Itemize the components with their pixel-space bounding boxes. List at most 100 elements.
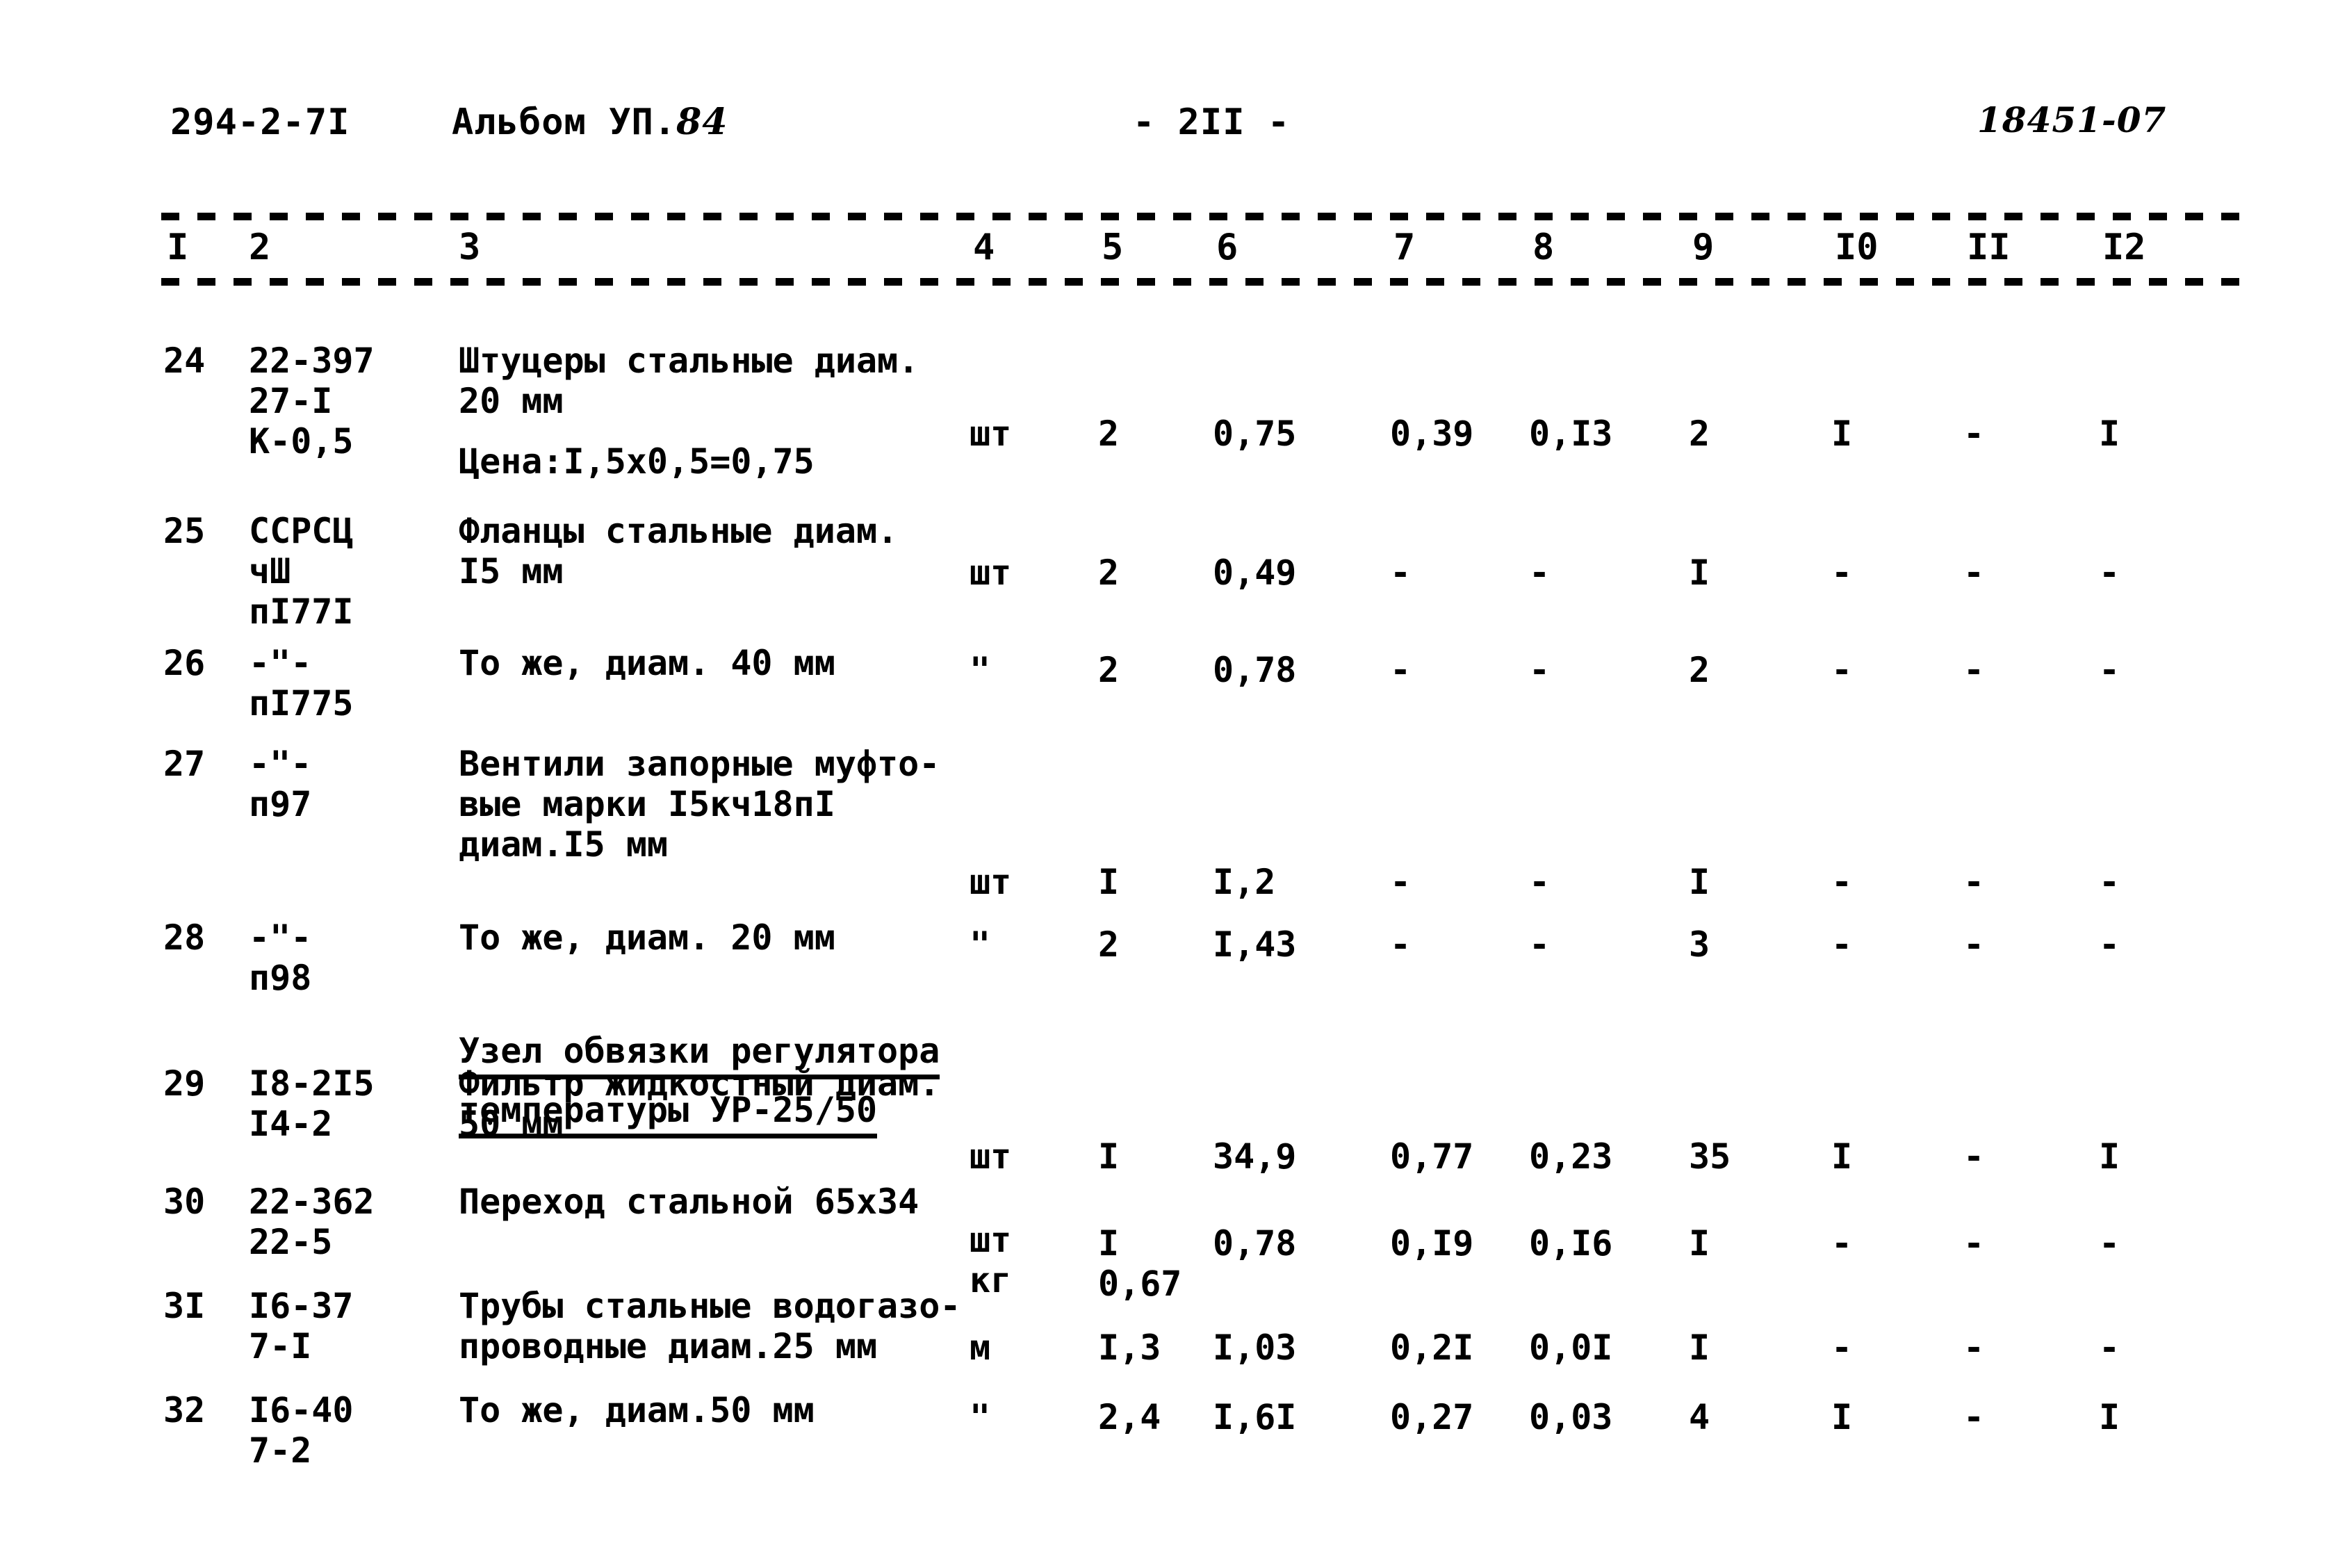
row-item-name: То же, диам. 40 мм (459, 643, 835, 683)
row-value-v12: I (2099, 1136, 2120, 1177)
column-number-3: 3 (459, 227, 481, 268)
row-value-v9: 35 (1689, 1136, 1731, 1177)
row-value-v11: - (1963, 1397, 1985, 1437)
row-item-name: То же, диам.50 мм (459, 1390, 815, 1430)
row-value-v10: - (1831, 1223, 1853, 1264)
row-catalog-code: -"- п98 (249, 917, 312, 998)
column-number-6: 6 (1216, 227, 1238, 268)
column-number-11: II (1967, 227, 2011, 268)
row-value-v8: - (1529, 650, 1551, 690)
row-value-v8: - (1529, 553, 1551, 593)
row-value-v8: 0,0I (1529, 1328, 1613, 1368)
row-value-v12: I (2099, 1397, 2120, 1437)
column-number-9: 9 (1692, 227, 1715, 268)
row-value-v5: I (1098, 862, 1120, 902)
row-catalog-code: 22-362 22-5 (249, 1182, 375, 1262)
row-value-v10: - (1831, 1328, 1853, 1368)
row-value-v11: - (1963, 1136, 1985, 1177)
row-value-v9: I (1689, 553, 1710, 593)
row-value-v9: 2 (1689, 650, 1710, 690)
album-number: 84 (676, 101, 728, 143)
row-value-v5: I 0,67 (1098, 1223, 1182, 1304)
row-value-v5: 2 (1098, 553, 1120, 593)
row-unit: шт кг (970, 1220, 1012, 1300)
row-value-v8: 0,03 (1529, 1397, 1613, 1437)
row-value-v9: 3 (1689, 924, 1710, 965)
table-body: 24 22-397 27-I К-0,5 Штуцеры стальные диам… (0, 299, 2347, 1550)
document-page: 294-2-7I Альбом УП.84 - 2II - 18451-07 I… (0, 0, 2347, 1568)
section-heading: Узел обвязки регулятора температуры УР-25… (459, 1029, 940, 1138)
row-unit: " (970, 1397, 991, 1437)
album-text: Альбом УП. (452, 101, 677, 143)
row-value-v5: 2 (1098, 650, 1120, 690)
row-catalog-code: -"- пI775 (249, 643, 354, 724)
column-number-12: I2 (2102, 227, 2146, 268)
row-item-name: Трубы стальные водогазо- проводные диам.… (459, 1286, 961, 1366)
section-heading-line-1-text: Узел обвязки регулятора (459, 1029, 940, 1079)
row-unit: " (970, 650, 991, 690)
table-rule-top (161, 213, 2246, 220)
row-value-v10: I (1831, 1136, 1853, 1177)
row-value-v11: - (1963, 924, 1985, 965)
column-number-1: I (167, 227, 189, 268)
row-catalog-code: ССРСЦ чШ пI77I (249, 511, 354, 632)
row-unit: шт (970, 862, 1012, 902)
column-number-5: 5 (1102, 227, 1124, 268)
album-label: Альбом УП.84 (452, 101, 728, 143)
row-position-number: 26 (163, 643, 206, 683)
row-value-v7: - (1390, 924, 1412, 965)
row-value-v12: - (2099, 553, 2120, 593)
column-number-10: I0 (1835, 227, 1879, 268)
row-position-number: 29 (163, 1063, 206, 1104)
row-item-name: Переход стальной 65х34 (459, 1182, 919, 1222)
row-value-v6: 34,9 (1213, 1136, 1297, 1177)
row-value-v8: - (1529, 924, 1551, 965)
row-value-v7: - (1390, 650, 1412, 690)
row-value-v8: 0,I6 (1529, 1223, 1613, 1264)
section-heading-line-2: температуры УР-25/50 (459, 1088, 940, 1138)
column-number-8: 8 (1532, 227, 1555, 268)
row-position-number: 25 (163, 511, 206, 551)
column-number-7: 7 (1393, 227, 1416, 268)
row-value-v6: I,6I (1213, 1397, 1297, 1437)
row-position-number: 27 (163, 744, 206, 784)
row-value-v9: I (1689, 862, 1710, 902)
row-value-v9: I (1689, 1223, 1710, 1264)
row-value-v12: - (2099, 924, 2120, 965)
row-position-number: 32 (163, 1390, 206, 1430)
row-catalog-code: -"- п97 (249, 744, 312, 824)
row-catalog-code: I6-37 7-I (249, 1286, 354, 1366)
row-value-v12: - (2099, 650, 2120, 690)
row-unit: шт (970, 553, 1012, 593)
archive-stamp: 18451-07 (1977, 99, 2167, 140)
row-value-v8: 0,23 (1529, 1136, 1613, 1177)
section-heading-line-2-text: температуры УР-25/50 (459, 1088, 878, 1138)
row-value-v10: - (1831, 862, 1853, 902)
row-value-v12: - (2099, 1223, 2120, 1264)
row-unit: м (970, 1328, 991, 1368)
row-value-v12: - (2099, 1328, 2120, 1368)
row-value-v8: - (1529, 862, 1551, 902)
table-rule-bottom (161, 278, 2246, 286)
row-value-v11: - (1963, 1223, 1985, 1264)
row-value-v6: I,43 (1213, 924, 1297, 965)
row-value-v5: 2 (1098, 924, 1120, 965)
column-header-row: I 2 3 4 5 6 7 8 9 I0 II I2 (0, 229, 2347, 274)
row-position-number: 28 (163, 917, 206, 958)
row-value-v7: - (1390, 553, 1412, 593)
row-unit: " (970, 924, 991, 965)
row-value-v10: - (1831, 553, 1853, 593)
row-value-v11: - (1963, 1328, 1985, 1368)
row-value-v6: I,03 (1213, 1328, 1297, 1368)
row-position-number: 3I (163, 1286, 206, 1326)
row-value-v7: 0,2I (1390, 1328, 1474, 1368)
row-value-v5: 2,4 (1098, 1397, 1161, 1437)
section-heading-line-1: Узел обвязки регулятора (459, 1029, 940, 1079)
row-value-v10: I (1831, 1397, 1853, 1437)
row-value-v9: 4 (1689, 1397, 1710, 1437)
row-value-v10: - (1831, 924, 1853, 965)
column-number-2: 2 (249, 227, 271, 268)
row-value-v6: 0,78 (1213, 1223, 1297, 1264)
row-value-v5: I,3 (1098, 1328, 1161, 1368)
row-catalog-code: I6-40 7-2 (249, 1390, 354, 1471)
